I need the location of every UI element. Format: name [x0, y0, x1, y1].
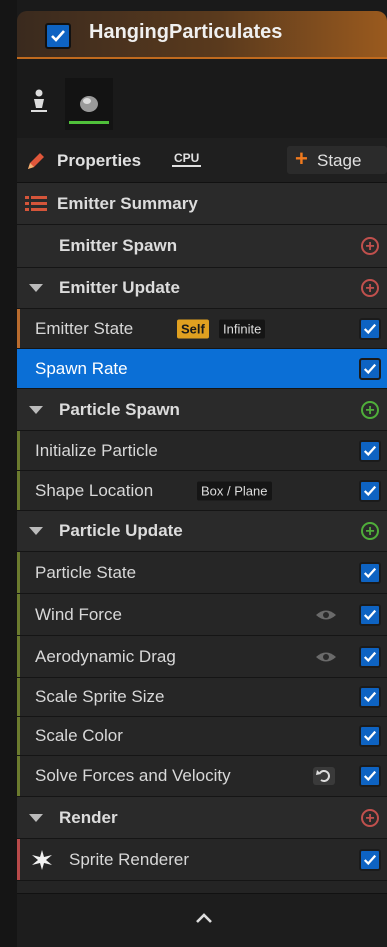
module-spawn-rate[interactable]: Spawn Rate	[17, 349, 387, 389]
module-solve-forces-and-velocity[interactable]: Solve Forces and Velocity	[17, 756, 387, 797]
add-module-icon[interactable]: +	[361, 237, 379, 255]
properties-label: Properties	[57, 151, 142, 170]
group-color-bar	[17, 717, 20, 755]
section-render[interactable]: Render +	[17, 797, 387, 839]
module-enabled-checkbox[interactable]	[359, 603, 381, 626]
footer-bar	[17, 893, 387, 947]
module-enabled-checkbox[interactable]	[359, 725, 381, 747]
group-color-bar	[17, 678, 20, 716]
module-enabled-checkbox[interactable]	[359, 439, 381, 462]
expand-triangle-icon[interactable]	[29, 284, 43, 292]
list-icon	[25, 196, 47, 211]
module-enabled-checkbox[interactable]	[359, 357, 381, 380]
add-module-icon[interactable]: +	[361, 400, 379, 419]
expand-triangle-icon[interactable]	[29, 405, 43, 414]
module-enabled-checkbox[interactable]	[359, 765, 381, 787]
group-color-bar	[17, 594, 20, 635]
group-color-bar	[17, 309, 20, 348]
expand-triangle-icon[interactable]	[29, 813, 43, 822]
module-wind-force[interactable]: Wind Force	[17, 594, 387, 636]
sim-target-badge: CPU	[172, 151, 202, 167]
group-color-bar	[17, 349, 20, 388]
module-label: Wind Force	[35, 604, 122, 624]
visibility-eye-icon[interactable]	[315, 650, 337, 664]
reset-to-default-icon[interactable]	[313, 767, 335, 785]
module-enabled-checkbox[interactable]	[359, 686, 381, 708]
group-color-bar	[17, 756, 20, 796]
emitter-title-bar[interactable]: HangingParticulates	[17, 11, 387, 59]
infinite-badge: Infinite	[219, 319, 266, 338]
add-stage-button[interactable]: + Stage	[287, 146, 387, 174]
person-icon[interactable]	[29, 88, 49, 119]
emitter-header: HangingParticulates	[17, 0, 387, 70]
module-particle-state[interactable]: Particle State	[17, 552, 387, 594]
module-shape-location[interactable]: Shape Location Box / Plane	[17, 471, 387, 511]
active-tab-indicator	[69, 121, 109, 124]
module-enabled-checkbox[interactable]	[359, 479, 381, 502]
module-label: Emitter State	[35, 318, 134, 338]
module-label: Initialize Particle	[35, 440, 158, 460]
emitter-enabled-checkbox[interactable]	[45, 23, 71, 49]
sprite-burst-icon	[32, 850, 52, 870]
module-label: Scale Sprite Size	[35, 687, 165, 706]
module-enabled-checkbox[interactable]	[359, 848, 381, 871]
module-aerodynamic-drag[interactable]: Aerodynamic Drag	[17, 636, 387, 678]
group-color-bar	[17, 552, 20, 593]
stage-label: Stage	[317, 151, 362, 170]
emitter-title: HangingParticulates	[89, 21, 283, 43]
plus-icon: +	[295, 146, 308, 171]
section-label: Particle Update	[59, 521, 183, 540]
section-emitter-spawn[interactable]: Emitter Spawn +	[17, 225, 387, 268]
module-emitter-state[interactable]: Emitter State Self Infinite	[17, 309, 387, 349]
section-particle-update[interactable]: Particle Update +	[17, 511, 387, 552]
module-initialize-particle[interactable]: Initialize Particle	[17, 431, 387, 471]
module-scale-color[interactable]: Scale Color	[17, 717, 387, 756]
self-badge: Self	[177, 319, 209, 338]
section-label: Emitter Update	[59, 278, 180, 297]
sprite-preview-icon[interactable]	[65, 78, 113, 130]
add-module-icon[interactable]: +	[361, 522, 379, 540]
module-label: Spawn Rate	[35, 358, 128, 378]
box-plane-badge: Box / Plane	[197, 481, 272, 500]
add-module-icon[interactable]: +	[361, 808, 379, 827]
module-label: Shape Location	[35, 480, 154, 500]
section-label: Particle Spawn	[59, 399, 180, 419]
module-label: Solve Forces and Velocity	[35, 766, 231, 785]
module-enabled-checkbox[interactable]	[359, 561, 381, 584]
module-label: Scale Color	[35, 726, 123, 745]
pencil-icon	[28, 153, 44, 169]
emitter-summary-label: Emitter Summary	[57, 193, 198, 213]
visibility-eye-icon[interactable]	[315, 608, 337, 622]
expand-triangle-icon[interactable]	[29, 527, 43, 535]
module-label: Aerodynamic Drag	[35, 646, 176, 666]
add-module-icon[interactable]: +	[361, 279, 379, 297]
module-enabled-checkbox[interactable]	[359, 645, 381, 668]
properties-row[interactable]: Properties CPU + Stage	[17, 138, 387, 183]
section-particle-spawn[interactable]: Particle Spawn +	[17, 389, 387, 431]
section-emitter-update[interactable]: Emitter Update +	[17, 268, 387, 309]
module-enabled-checkbox[interactable]	[359, 317, 381, 340]
group-color-bar	[17, 839, 20, 880]
emitter-tabs	[17, 70, 387, 138]
group-color-bar	[17, 431, 20, 470]
group-color-bar	[17, 471, 20, 510]
group-color-bar	[17, 636, 20, 677]
renderer-sprite-renderer[interactable]: Sprite Renderer	[17, 839, 387, 881]
module-label: Sprite Renderer	[69, 849, 190, 869]
section-label: Emitter Spawn	[59, 236, 178, 255]
emitter-summary-row[interactable]: Emitter Summary	[17, 183, 387, 225]
module-scale-sprite-size[interactable]: Scale Sprite Size	[17, 678, 387, 717]
section-label: Render	[59, 807, 118, 827]
chevron-up-icon[interactable]	[195, 912, 213, 924]
module-label: Particle State	[35, 562, 137, 582]
emitter-stack-panel: HangingParticulates Properties CPU + Sta…	[17, 0, 387, 947]
